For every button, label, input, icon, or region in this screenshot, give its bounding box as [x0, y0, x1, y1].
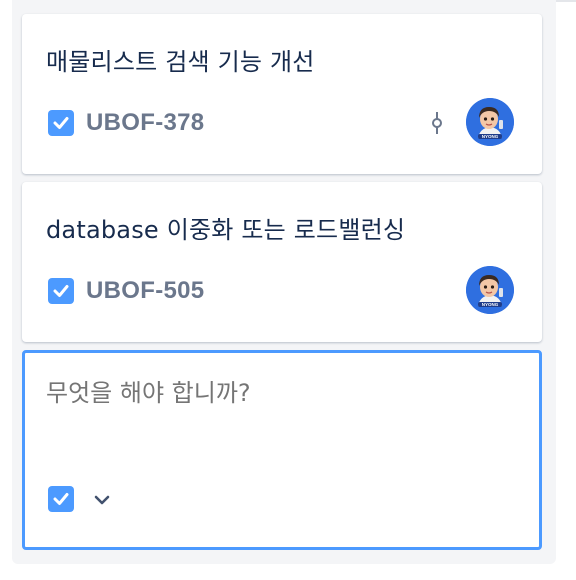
- checkbox-icon[interactable]: [48, 486, 74, 512]
- issue-card-title[interactable]: database 이중화 또는 로드밸런싱: [46, 210, 405, 245]
- chevron-down-icon[interactable]: [91, 489, 113, 511]
- assignee-avatar[interactable]: NYONG: [466, 266, 514, 314]
- assignee-avatar[interactable]: NYONG: [466, 98, 514, 146]
- issue-key-link[interactable]: UBOF-378: [86, 109, 204, 137]
- checkbox-icon: [48, 278, 74, 304]
- issue-card[interactable]: 매물리스트 검색 기능 개선 UBOF-378 NYONG: [22, 14, 542, 174]
- create-issue-input[interactable]: [46, 379, 516, 407]
- avatar-badge-text: NYONG: [482, 134, 499, 139]
- issue-card-title[interactable]: 매물리스트 검색 기능 개선: [46, 42, 315, 77]
- create-issue-editor[interactable]: [22, 350, 542, 550]
- commit-icon: [432, 112, 442, 134]
- avatar-badge-text: NYONG: [482, 302, 499, 307]
- checkbox-icon: [48, 110, 74, 136]
- issue-key-link[interactable]: UBOF-505: [86, 277, 204, 305]
- issue-card[interactable]: database 이중화 또는 로드밸런싱 UBOF-505 NYONG: [22, 182, 542, 342]
